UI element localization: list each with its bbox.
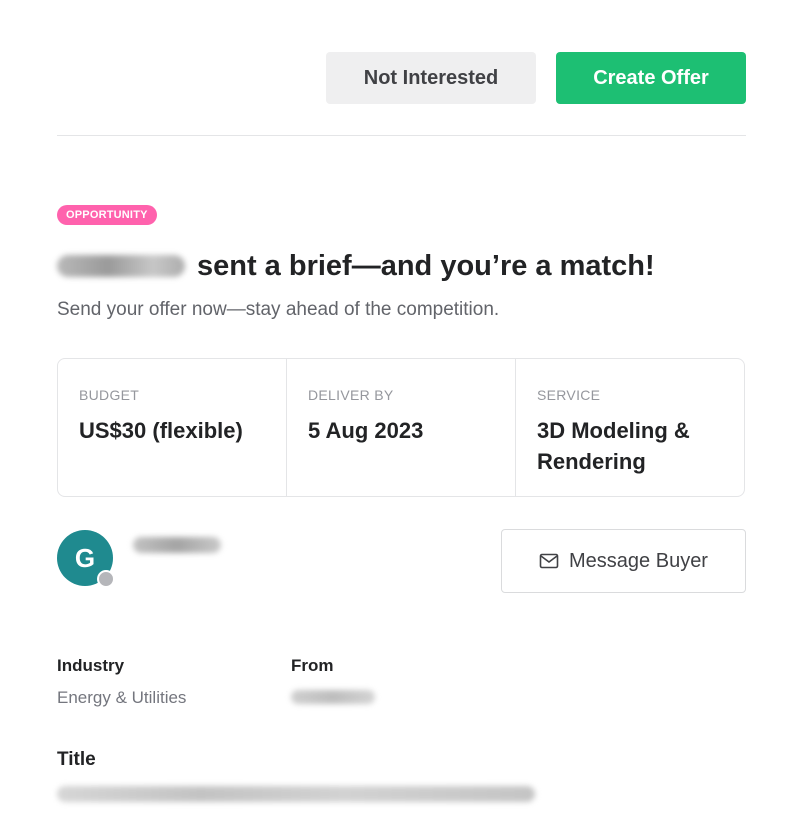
deliver-by-cell: DELIVER BY 5 Aug 2023 xyxy=(286,359,515,496)
buyer-username-redacted[interactable] xyxy=(133,537,221,553)
brief-title-redacted xyxy=(57,786,535,802)
title-label: Title xyxy=(57,749,96,770)
create-offer-button[interactable]: Create Offer xyxy=(556,52,746,104)
brief-details-card: BUDGET US$30 (flexible) DELIVER BY 5 Aug… xyxy=(57,358,745,497)
budget-value: US$30 (flexible) xyxy=(79,418,243,443)
budget-cell: BUDGET US$30 (flexible) xyxy=(58,359,286,496)
page-title: sent a brief—and you’re a match! xyxy=(57,248,655,284)
service-value: 3D Modeling & Rendering xyxy=(537,418,690,474)
buyer-name-redacted xyxy=(57,255,185,277)
from-label: From xyxy=(291,656,334,675)
subtitle: Send your offer now—stay ahead of the co… xyxy=(57,299,500,320)
online-status-indicator xyxy=(97,570,115,588)
envelope-icon xyxy=(539,553,559,569)
country-redacted xyxy=(291,690,375,704)
headline-text: sent a brief—and you’re a match! xyxy=(197,249,655,282)
deliver-by-label: DELIVER BY xyxy=(308,387,394,403)
service-cell: SERVICE 3D Modeling & Rendering xyxy=(515,359,744,496)
divider xyxy=(57,135,746,136)
not-interested-button[interactable]: Not Interested xyxy=(326,52,536,104)
service-label: SERVICE xyxy=(537,387,601,403)
industry-label: Industry xyxy=(57,656,125,675)
deliver-by-value: 5 Aug 2023 xyxy=(308,418,424,443)
budget-label: BUDGET xyxy=(79,387,140,403)
message-buyer-button[interactable]: Message Buyer xyxy=(501,529,746,593)
opportunity-badge: OPPORTUNITY xyxy=(57,205,157,225)
message-buyer-label: Message Buyer xyxy=(569,549,708,572)
industry-value: Energy & Utilities xyxy=(57,688,187,707)
